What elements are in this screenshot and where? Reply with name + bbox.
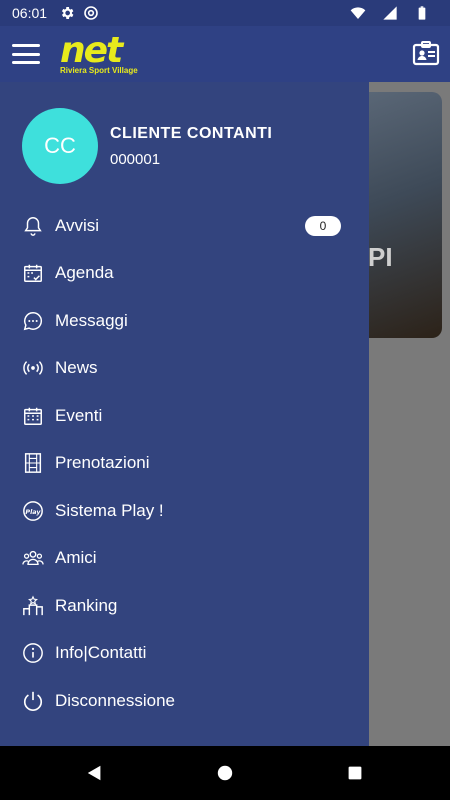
menu-item-sistema-play[interactable]: Play Sistema Play !	[0, 487, 369, 535]
bell-icon	[22, 215, 44, 237]
menu-item-info-contatti[interactable]: Info|Contatti	[0, 630, 369, 678]
hamburger-menu-icon[interactable]	[12, 44, 40, 64]
app-bar: net Riviera Sport Village	[0, 26, 450, 82]
menu-item-label: Info|Contatti	[55, 643, 147, 663]
group-icon	[22, 547, 44, 569]
recents-square-icon[interactable]	[290, 746, 420, 800]
status-time: 06:01	[12, 5, 48, 21]
menu-item-disconnessione[interactable]: Disconnessione	[0, 677, 369, 725]
info-icon	[22, 642, 44, 664]
play-badge-icon: Play	[22, 500, 44, 522]
menu-item-label: Messaggi	[55, 310, 128, 330]
logo-word: net	[60, 30, 123, 71]
menu-item-prenotazioni[interactable]: Prenotazioni	[0, 440, 369, 488]
home-circle-icon[interactable]	[160, 746, 290, 800]
court-icon	[22, 452, 44, 474]
menu-item-label: Avvisi	[55, 215, 100, 235]
menu-item-label: Ranking	[55, 595, 118, 615]
menu-item-label: News	[55, 358, 98, 378]
menu-item-news[interactable]: News	[0, 345, 369, 393]
avatar: CC	[22, 108, 98, 184]
calendar-check-icon	[22, 262, 44, 284]
battery-icon	[414, 5, 430, 21]
status-bar: 06:01	[0, 0, 450, 26]
menu-item-messaggi[interactable]: Messaggi	[0, 297, 369, 345]
svg-text:Play: Play	[25, 508, 41, 516]
logo-subtitle: Riviera Sport Village	[60, 66, 138, 75]
menu-item-agenda[interactable]: Agenda	[0, 250, 369, 298]
power-icon	[22, 690, 44, 712]
broadcast-icon	[22, 357, 44, 379]
menu-item-label: Prenotazioni	[55, 453, 150, 473]
profile-header[interactable]: CC CLIENTE CONTANTI 000001	[22, 108, 272, 184]
podium-icon	[22, 595, 44, 617]
menu-item-amici[interactable]: Amici	[0, 535, 369, 583]
signal-icon	[382, 5, 398, 21]
notification-count-badge: 0	[305, 215, 341, 236]
menu-item-avvisi[interactable]: Avvisi 0	[0, 202, 369, 250]
back-triangle-icon[interactable]	[30, 746, 160, 800]
wifi-icon	[350, 5, 366, 21]
contact-card-icon[interactable]	[412, 40, 440, 68]
calendar-grid-icon	[22, 405, 44, 427]
navigation-drawer: CC CLIENTE CONTANTI 000001 Avvisi 0 Agen…	[0, 82, 369, 746]
menu-item-label: Eventi	[55, 405, 103, 425]
settings-gear-icon	[59, 5, 75, 21]
menu-item-ranking[interactable]: Ranking	[0, 582, 369, 630]
app-logo: net Riviera Sport Village	[60, 33, 138, 75]
menu-item-label: Agenda	[55, 263, 114, 283]
at-sign-icon	[83, 5, 99, 21]
menu-item-label: Disconnessione	[55, 690, 176, 710]
profile-name: CLIENTE CONTANTI	[110, 124, 273, 142]
system-nav-bar	[0, 746, 450, 800]
profile-code: 000001	[110, 150, 161, 168]
menu-item-label: Amici	[55, 548, 97, 568]
menu-item-label: Sistema Play !	[55, 500, 164, 520]
chat-bubble-icon	[22, 310, 44, 332]
menu-item-eventi[interactable]: Eventi	[0, 392, 369, 440]
drawer-menu: Avvisi 0 Agenda Messaggi News Eventi Pre…	[0, 202, 369, 725]
hero-text: PI	[368, 242, 393, 272]
